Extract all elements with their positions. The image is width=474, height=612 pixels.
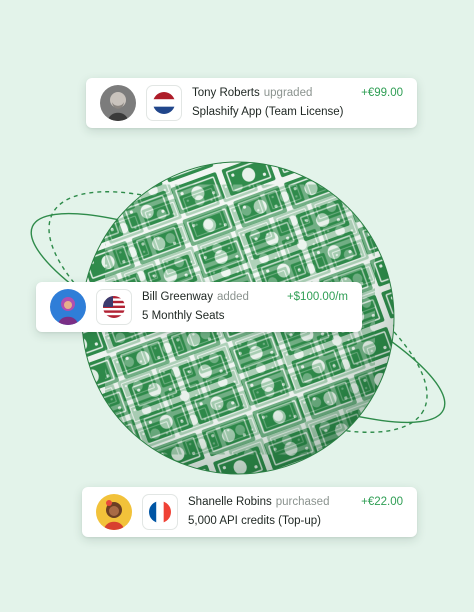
notification-text: Shanelle Robins purchased 5,000 API credi… — [188, 494, 361, 530]
notification-text: Bill Greenway added 5 Monthly Seats — [142, 289, 287, 325]
bill-greenway-avatar — [50, 289, 86, 325]
france-flag-icon — [142, 494, 178, 530]
purchased-item: Splashify App (Team License) — [192, 106, 344, 118]
notification-card-bill-greenway[interactable]: Bill Greenway added 5 Monthly Seats +$100… — [36, 282, 362, 332]
customer-name: Tony Roberts — [192, 87, 260, 99]
notification-text: Tony Roberts upgraded Splashify App (Team… — [192, 85, 361, 121]
action-verb: purchased — [275, 496, 330, 508]
tony-roberts-avatar — [100, 85, 136, 121]
netherlands-flag-icon — [146, 85, 182, 121]
action-verb: upgraded — [263, 87, 313, 99]
customer-name: Bill Greenway — [142, 291, 213, 303]
notification-card-tony-roberts[interactable]: Tony Roberts upgraded Splashify App (Team… — [86, 78, 417, 128]
purchased-item: 5,000 API credits (Top-up) — [188, 515, 321, 527]
shanelle-robins-avatar — [96, 494, 132, 530]
usa-flag-icon — [96, 289, 132, 325]
notification-card-shanelle-robins[interactable]: Shanelle Robins purchased 5,000 API credi… — [82, 487, 417, 537]
action-verb: added — [216, 291, 249, 303]
amount-label: +€99.00 — [361, 87, 403, 99]
amount-label: +€22.00 — [361, 496, 403, 508]
amount-label: +$100.00/m — [286, 291, 348, 303]
purchased-item: 5 Monthly Seats — [142, 310, 225, 322]
customer-name: Shanelle Robins — [188, 496, 272, 508]
